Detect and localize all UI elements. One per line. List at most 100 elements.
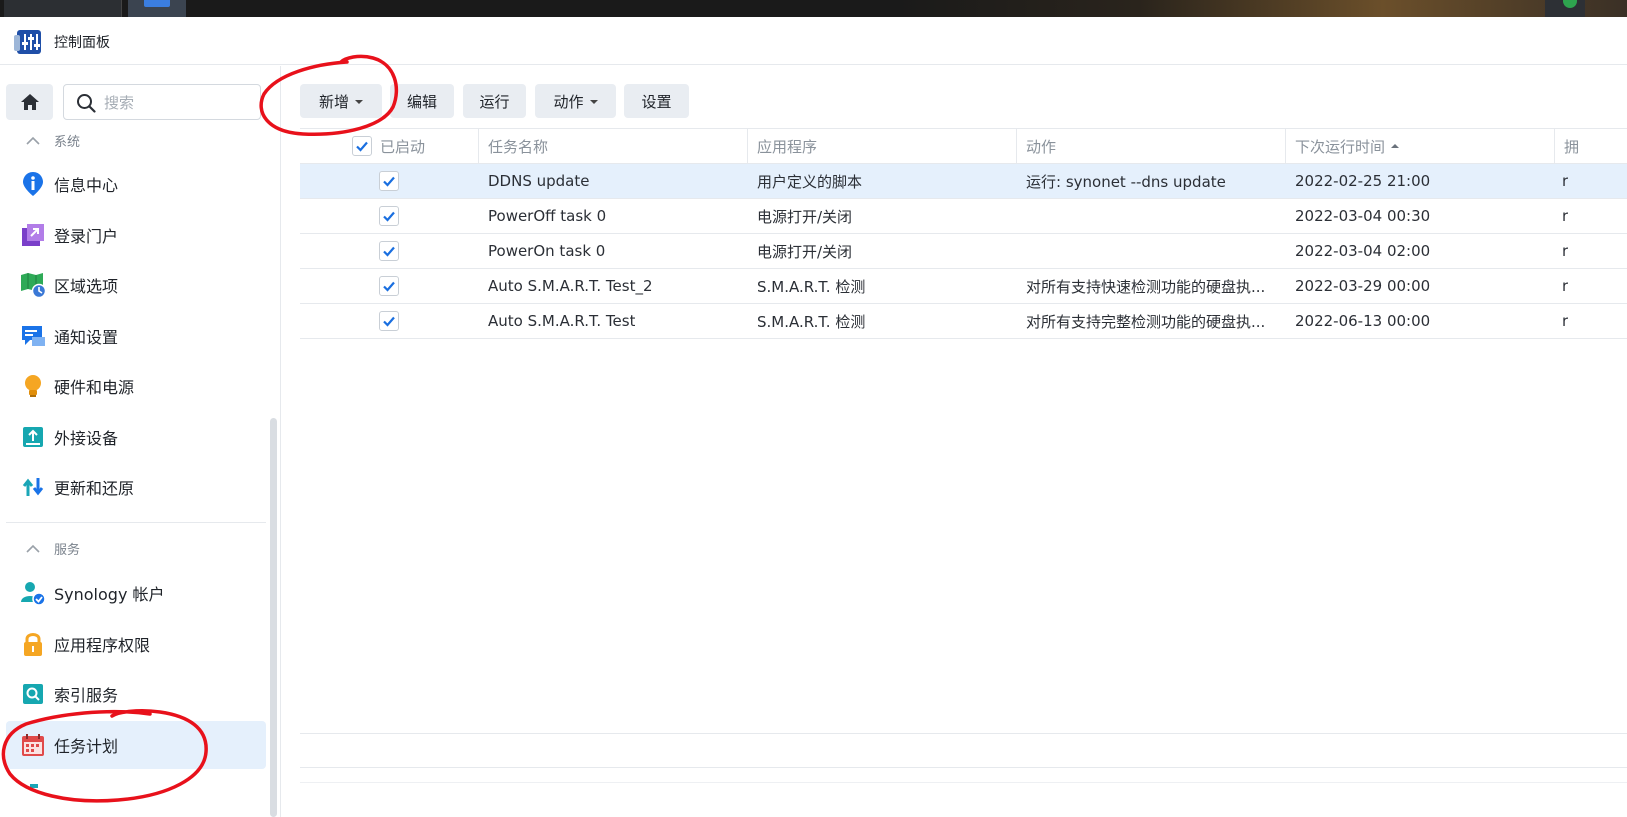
sidebar-item-synology-account[interactable]: Synology 帐户 [6,570,266,616]
calendar-icon [22,734,44,756]
column-header-next-run-time[interactable]: 下次运行时间 [1285,129,1554,163]
application-cell: 用户定义的脚本 [757,172,863,191]
sidebar-item-partial-icon [30,784,38,788]
section-header-services[interactable]: 服务 [26,539,80,558]
task-name-cell: Auto S.M.A.R.T. Test_2 [488,277,653,295]
sidebar-item-regional-options[interactable]: 区域选项 [6,262,266,308]
task-name-cell: PowerOn task 0 [488,242,606,260]
synology-account-icon [21,582,46,606]
owner-cell: r [1562,242,1569,260]
sidebar-item-label: 更新和还原 [54,479,135,498]
run-button[interactable]: 运行 [463,84,526,118]
action-cell: 运行: synonet --dns update [1026,172,1226,191]
task-name-cell: DDNS update [488,172,590,190]
section-divider [6,522,266,523]
search-box[interactable] [63,84,261,120]
action-cell: 对所有支持完整检测功能的硬盘执... [1026,312,1266,331]
chevron-up-icon [26,544,40,553]
enabled-checkbox[interactable] [379,311,399,331]
action-cell [1026,234,1276,268]
column-header-enabled[interactable]: 已启动 [352,129,478,163]
table-row[interactable]: Auto S.M.A.R.T. Test_2 S.M.A.R.T. 检测 对所有… [300,269,1627,304]
settings-button[interactable]: 设置 [624,84,689,118]
sidebar-item-app-privileges[interactable]: 应用程序权限 [6,621,266,667]
create-button[interactable]: 新增 [300,84,382,118]
dropdown-caret-icon [355,100,363,104]
section-label: 服务 [54,543,81,558]
window-title: 控制面板 [54,35,110,51]
sidebar-item-label: 区域选项 [54,277,119,296]
owner-cell: r [1562,277,1569,295]
settings-button-label: 设置 [641,92,672,111]
table-footer [300,782,1627,817]
action-button[interactable]: 动作 [535,84,616,118]
sidebar-item-label: 信息中心 [54,176,119,195]
sidebar-item-login-portal[interactable]: 登录门户 [6,212,266,258]
lightbulb-icon [25,375,41,397]
enabled-checkbox[interactable] [379,206,399,226]
section-label: 系统 [54,135,81,150]
owner-cell: r [1562,207,1569,225]
enabled-checkbox[interactable] [379,171,399,191]
sidebar-item-label: 应用程序权限 [54,636,151,655]
column-header-action[interactable]: 动作 [1016,129,1285,163]
table-row[interactable]: Auto S.M.A.R.T. Test S.M.A.R.T. 检测 对所有支持… [300,304,1627,339]
run-button-label: 运行 [479,92,510,111]
table-header: 已启动 任务名称 应用程序 动作 下次运行时间 拥 [300,128,1627,164]
home-button[interactable] [6,84,53,120]
application-cell: S.M.A.R.T. 检测 [757,277,866,296]
create-button-label: 新增 [318,92,349,111]
sidebar-item-notification[interactable]: 通知设置 [6,313,266,359]
column-header-task-name[interactable]: 任务名称 [478,129,747,163]
column-header-label: 下次运行时间 [1295,137,1386,156]
taskbar-button[interactable] [4,0,122,17]
dropdown-caret-icon [589,100,598,104]
task-name-cell: Auto S.M.A.R.T. Test [488,312,636,330]
sidebar-item-info-center[interactable]: 信息中心 [6,161,266,207]
enabled-checkbox[interactable] [379,276,399,296]
owner-cell: r [1562,312,1569,330]
column-header-label: 应用程序 [757,137,818,156]
update-restore-icon [22,478,44,496]
next-run-cell: 2022-02-25 21:00 [1295,172,1431,190]
lock-icon [24,633,42,656]
section-header-system[interactable]: 系统 [26,131,80,150]
edit-button[interactable]: 编辑 [390,84,454,118]
checkmark-icon [383,246,395,257]
sort-ascending-icon [1391,144,1400,148]
checkmark-icon [356,141,368,152]
sidebar-item-hardware-power[interactable]: 硬件和电源 [6,363,266,409]
next-run-cell: 2022-03-04 00:30 [1295,207,1431,225]
table-row[interactable]: PowerOn task 0 电源打开/关闭 2022-03-04 02:00 … [300,234,1627,269]
sidebar-item-update-restore[interactable]: 更新和还原 [6,464,266,510]
index-service-icon [23,684,43,704]
table-row[interactable]: DDNS update 用户定义的脚本 运行: synonet --dns up… [300,164,1627,199]
taskbar-button-active[interactable] [128,0,186,17]
search-input[interactable] [104,91,254,115]
checkmark-icon [383,281,395,292]
action-cell: 对所有支持快速检测功能的硬盘执... [1026,277,1266,296]
window-titlebar [0,17,1627,65]
sidebar-scrollbar[interactable] [270,418,277,817]
checkmark-icon [383,316,395,327]
select-all-checkbox[interactable] [352,136,372,156]
sidebar-item-index-service[interactable]: 索引服务 [6,671,266,717]
external-device-icon [23,427,43,447]
edit-button-label: 编辑 [406,92,437,111]
sidebar-item-label: Synology 帐户 [54,585,165,604]
sidebar-item-external-devices[interactable]: 外接设备 [6,414,266,460]
column-header-application[interactable]: 应用程序 [747,129,1016,163]
chevron-up-icon [26,136,40,145]
action-cell [1026,199,1276,233]
sidebar-item-task-scheduler[interactable]: 任务计划 [6,721,266,769]
login-portal-icon [22,224,44,246]
next-run-cell: 2022-03-29 00:00 [1295,277,1431,295]
table-row[interactable]: PowerOff task 0 电源打开/关闭 2022-03-04 00:30… [300,199,1627,234]
column-header-owner[interactable]: 拥 [1554,129,1627,163]
sidebar-item-label: 硬件和电源 [54,378,135,397]
checkmark-icon [383,176,395,187]
enabled-checkbox[interactable] [379,241,399,261]
sidebar-item-label: 索引服务 [54,686,119,705]
info-icon [23,172,43,196]
notification-icon [22,326,45,346]
